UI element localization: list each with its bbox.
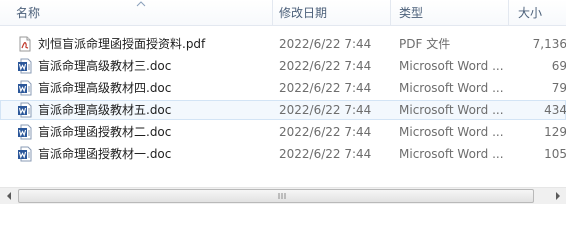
scroll-left-button[interactable] — [0, 188, 17, 204]
word-doc-icon — [17, 58, 33, 74]
pdf-file-icon — [17, 36, 33, 52]
file-type: Microsoft Word ... — [399, 59, 504, 73]
file-row[interactable]: 盲派命理函授教材一.doc 2022/6/22 7:44 Microsoft Wor… — [0, 144, 566, 164]
file-modified-date: 2022/6/22 7:44 — [279, 147, 372, 161]
file-modified-date: 2022/6/22 7:44 — [279, 37, 372, 51]
file-modified-date: 2022/6/22 7:44 — [279, 59, 372, 73]
file-modified-date: 2022/6/22 7:44 — [279, 125, 372, 139]
file-row[interactable]: 盲派命理高级教材三.doc 2022/6/22 7:44 Microsoft Wor… — [0, 56, 566, 76]
file-size: 79 — [551, 81, 566, 95]
file-type: PDF 文件 — [399, 37, 451, 51]
file-name: 盲派命理高级教材四.doc — [38, 81, 172, 95]
file-name: 盲派命理高级教材三.doc — [38, 59, 172, 73]
word-doc-icon — [17, 124, 33, 140]
column-header-bar: 名称 修改日期 类型 大小 — [0, 0, 566, 26]
file-size: 69 — [551, 59, 566, 73]
file-size: 105 — [544, 147, 566, 161]
file-name: 盲派命理高级教材五.doc — [38, 103, 172, 117]
column-header-type[interactable]: 类型 — [390, 0, 508, 26]
scroll-right-button[interactable] — [549, 188, 566, 204]
file-size: 434 — [544, 103, 566, 117]
file-modified-date: 2022/6/22 7:44 — [279, 81, 372, 95]
word-doc-icon — [17, 80, 33, 96]
file-type: Microsoft Word ... — [399, 125, 504, 139]
scroll-thumb[interactable] — [18, 189, 534, 203]
file-row[interactable]: 刘恒盲派命理函授面授资料.pdf 2022/6/22 7:44 PDF 文件 7,13… — [0, 34, 566, 54]
file-type: Microsoft Word ... — [399, 103, 504, 117]
file-size: 7,136 — [532, 37, 566, 51]
file-row[interactable]: 盲派命理函授教材二.doc 2022/6/22 7:44 Microsoft Wor… — [0, 122, 566, 142]
file-size: 129 — [544, 125, 566, 139]
file-list-view: 名称 修改日期 类型 大小 刘恒盲派命理函授面授资料.pdf 2022/6/22 … — [0, 0, 566, 204]
file-name: 盲派命理函授教材一.doc — [38, 147, 172, 161]
arrow-right-icon — [555, 192, 560, 200]
horizontal-scrollbar[interactable] — [0, 187, 566, 204]
column-header-date[interactable]: 修改日期 — [272, 0, 390, 26]
grip-icon — [278, 193, 286, 199]
arrow-left-icon — [6, 192, 11, 200]
word-doc-icon — [17, 146, 33, 162]
column-header-size[interactable]: 大小 — [508, 0, 566, 26]
file-type: Microsoft Word ... — [399, 81, 504, 95]
file-name: 刘恒盲派命理函授面授资料.pdf — [38, 37, 206, 51]
file-row[interactable]: 盲派命理高级教材五.doc 2022/6/22 7:44 Microsoft Wor… — [0, 100, 566, 120]
file-row[interactable]: 盲派命理高级教材四.doc 2022/6/22 7:44 Microsoft Wor… — [0, 78, 566, 98]
column-header-name[interactable]: 名称 — [0, 0, 272, 26]
file-modified-date: 2022/6/22 7:44 — [279, 103, 372, 117]
file-type: Microsoft Word ... — [399, 147, 504, 161]
file-rows: 刘恒盲派命理函授面授资料.pdf 2022/6/22 7:44 PDF 文件 7,13… — [0, 34, 566, 166]
file-name: 盲派命理函授教材二.doc — [38, 125, 172, 139]
word-doc-icon — [17, 102, 33, 118]
